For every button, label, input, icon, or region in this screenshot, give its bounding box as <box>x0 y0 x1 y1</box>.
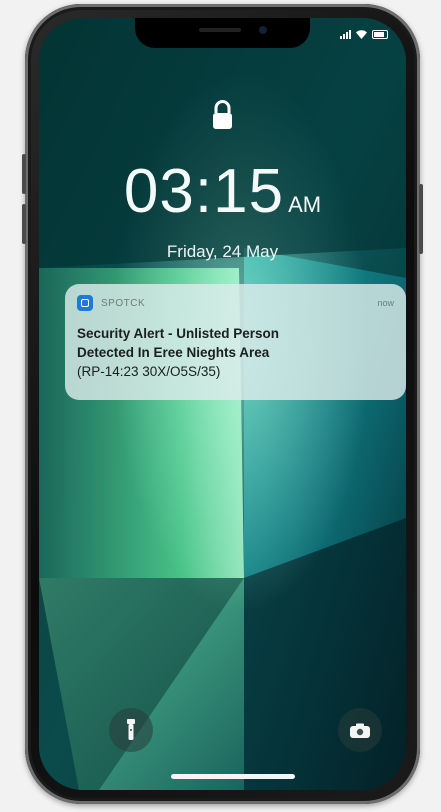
clock-ampm: AM <box>288 192 322 217</box>
lock-screen[interactable]: 03:15 AM Friday, 24 May SPOTCK now Securi… <box>39 18 406 790</box>
power-button <box>419 184 423 254</box>
notification-time: now <box>377 298 394 308</box>
camera-app-icon <box>77 295 93 311</box>
clock-time: 03:15 <box>123 157 285 226</box>
flashlight-button[interactable] <box>109 708 153 752</box>
notch <box>135 18 310 48</box>
wifi-icon <box>356 30 367 39</box>
notification-app-name: SPOTCK <box>101 297 146 309</box>
phone-frame: 03:15 AM Friday, 24 May SPOTCK now Securi… <box>22 4 423 804</box>
battery-icon <box>372 30 388 39</box>
clock: 03:15 AM <box>39 156 406 227</box>
lock-icon <box>213 100 232 129</box>
signal-icon <box>340 30 351 39</box>
home-indicator[interactable] <box>171 774 295 779</box>
wallpaper <box>39 18 406 790</box>
notification-body: Security Alert - Unlisted Person Detecte… <box>77 324 394 381</box>
earpiece-speaker <box>199 28 241 32</box>
volume-up-button <box>22 154 26 194</box>
camera-button[interactable] <box>338 708 382 752</box>
flashlight-icon <box>127 719 135 740</box>
notification-title: Security Alert - Unlisted Person <box>77 326 280 341</box>
volume-down-button <box>22 204 26 244</box>
notification-subtitle: Detected In Eree Nieghts Area <box>77 345 270 360</box>
notification-card[interactable]: SPOTCK now Security Alert - Unlisted Per… <box>65 284 406 400</box>
notification-header: SPOTCK now <box>77 294 394 312</box>
notification-app: SPOTCK <box>77 295 145 311</box>
date-label: Friday, 24 May <box>166 242 279 261</box>
notification-detail: (RP-14:23 30X/O5S/35) <box>77 364 221 379</box>
front-camera <box>259 26 267 34</box>
camera-icon <box>350 723 370 738</box>
status-bar <box>340 30 388 39</box>
